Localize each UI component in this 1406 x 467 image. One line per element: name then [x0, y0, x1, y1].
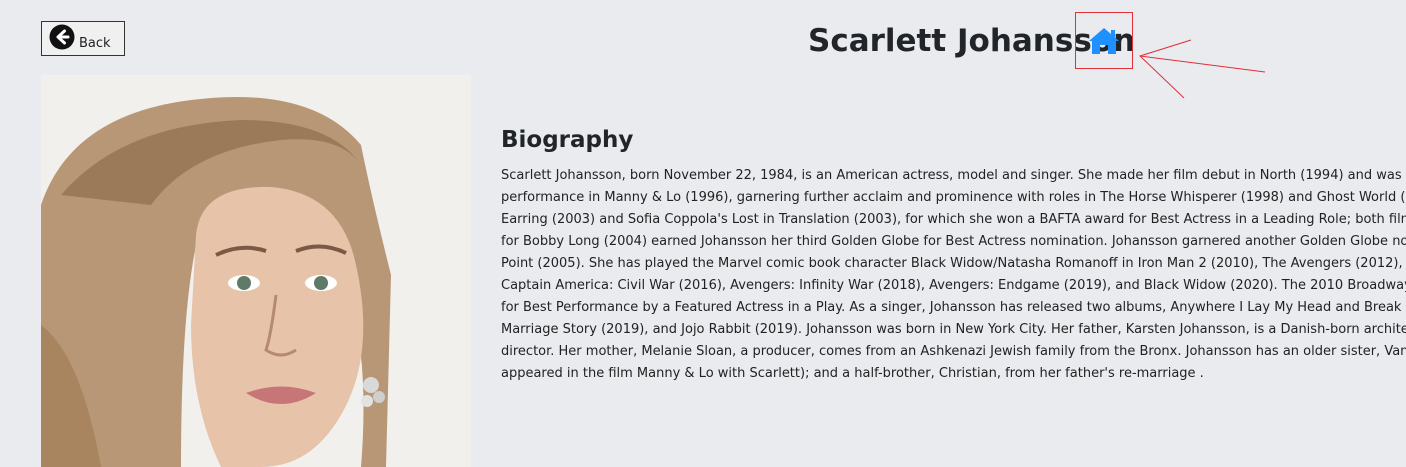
- biography-line: Captain America: Civil War (2016), Aveng…: [501, 278, 1406, 293]
- home-icon: [1089, 27, 1119, 54]
- biography-line: director. Her mother, Melanie Sloan, a p…: [501, 344, 1406, 359]
- biography-text: Scarlett Johansson, born November 22, 19…: [501, 165, 1406, 385]
- biography-line: Earring (2003) and Sofia Coppola's Lost …: [501, 212, 1406, 227]
- arrow-left-circle-icon: [49, 24, 75, 50]
- biography-line: for Best Performance by a Featured Actre…: [501, 300, 1406, 315]
- biography-line: Marriage Story (2019), and Jojo Rabbit (…: [501, 322, 1406, 337]
- back-button[interactable]: Back: [41, 21, 125, 56]
- biography-heading: Biography: [501, 127, 634, 153]
- home-button[interactable]: [1075, 12, 1133, 69]
- biography-line: performance in Manny & Lo (1996), garner…: [501, 190, 1406, 205]
- biography-line: Scarlett Johansson, born November 22, 19…: [501, 168, 1406, 183]
- back-button-label: Back: [79, 36, 111, 51]
- actor-portrait: [41, 75, 471, 467]
- biography-line: Point (2005). She has played the Marvel …: [501, 256, 1406, 271]
- biography-line: for Bobby Long (2004) earned Johansson h…: [501, 234, 1406, 249]
- annotation-arrow-icon: [1139, 39, 1266, 99]
- biography-line: appeared in the film Manny & Lo with Sca…: [501, 366, 1204, 381]
